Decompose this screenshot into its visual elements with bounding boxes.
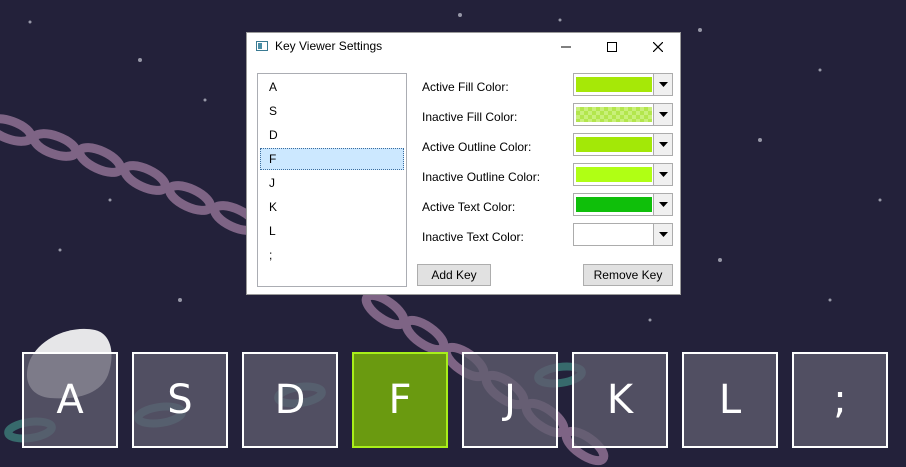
active-text-color-picker[interactable] [573,193,673,216]
maximize-button[interactable] [589,33,635,61]
key-tile: D [242,352,338,448]
key-tile: J [462,352,558,448]
inactive-text-color-swatch [576,227,652,242]
chevron-down-icon[interactable] [653,104,672,125]
chevron-down-icon[interactable] [653,134,672,155]
key-tile: A [22,352,118,448]
close-icon [653,42,663,52]
key-list-item[interactable]: ; [260,244,404,266]
add-key-button[interactable]: Add Key [417,264,491,286]
minimize-button[interactable] [543,33,589,61]
settings-window: Key Viewer Settings A S D F J K L ; Acti… [246,32,681,295]
chevron-down-icon[interactable] [653,224,672,245]
key-list-item[interactable]: J [260,172,404,194]
key-tile: L [682,352,778,448]
chevron-down-icon[interactable] [653,194,672,215]
active-outline-color-label: Active Outline Color: [422,140,532,154]
inactive-fill-color-picker[interactable] [573,103,673,126]
inactive-outline-color-label: Inactive Outline Color: [422,170,541,184]
key-tile-active: F [352,352,448,448]
key-list[interactable]: A S D F J K L ; [257,73,407,287]
remove-key-button[interactable]: Remove Key [583,264,673,286]
inactive-outline-color-swatch [576,167,652,182]
active-fill-color-picker[interactable] [573,73,673,96]
key-list-item[interactable]: D [260,124,404,146]
active-outline-color-swatch [576,137,652,152]
active-text-color-swatch [576,197,652,212]
inactive-outline-color-picker[interactable] [573,163,673,186]
close-button[interactable] [635,33,681,61]
key-tile: K [572,352,668,448]
active-fill-color-label: Active Fill Color: [422,80,509,94]
key-list-item[interactable]: K [260,196,404,218]
key-list-item[interactable]: S [260,100,404,122]
active-outline-color-picker[interactable] [573,133,673,156]
window-title: Key Viewer Settings [275,39,383,53]
inactive-fill-color-swatch [576,107,652,122]
key-tile: ; [792,352,888,448]
key-list-item[interactable]: A [260,76,404,98]
active-text-color-label: Active Text Color: [422,200,516,214]
inactive-text-color-label: Inactive Text Color: [422,230,524,244]
key-list-item-selected[interactable]: F [260,148,404,170]
minimize-icon [561,46,571,48]
chevron-down-icon[interactable] [653,164,672,185]
title-bar[interactable]: Key Viewer Settings [247,33,680,61]
key-tile: S [132,352,228,448]
chevron-down-icon[interactable] [653,74,672,95]
inactive-text-color-picker[interactable] [573,223,673,246]
maximize-icon [607,42,617,52]
inactive-fill-color-label: Inactive Fill Color: [422,110,518,124]
key-list-item[interactable]: L [260,220,404,242]
active-fill-color-swatch [576,77,652,92]
app-icon [256,41,268,51]
